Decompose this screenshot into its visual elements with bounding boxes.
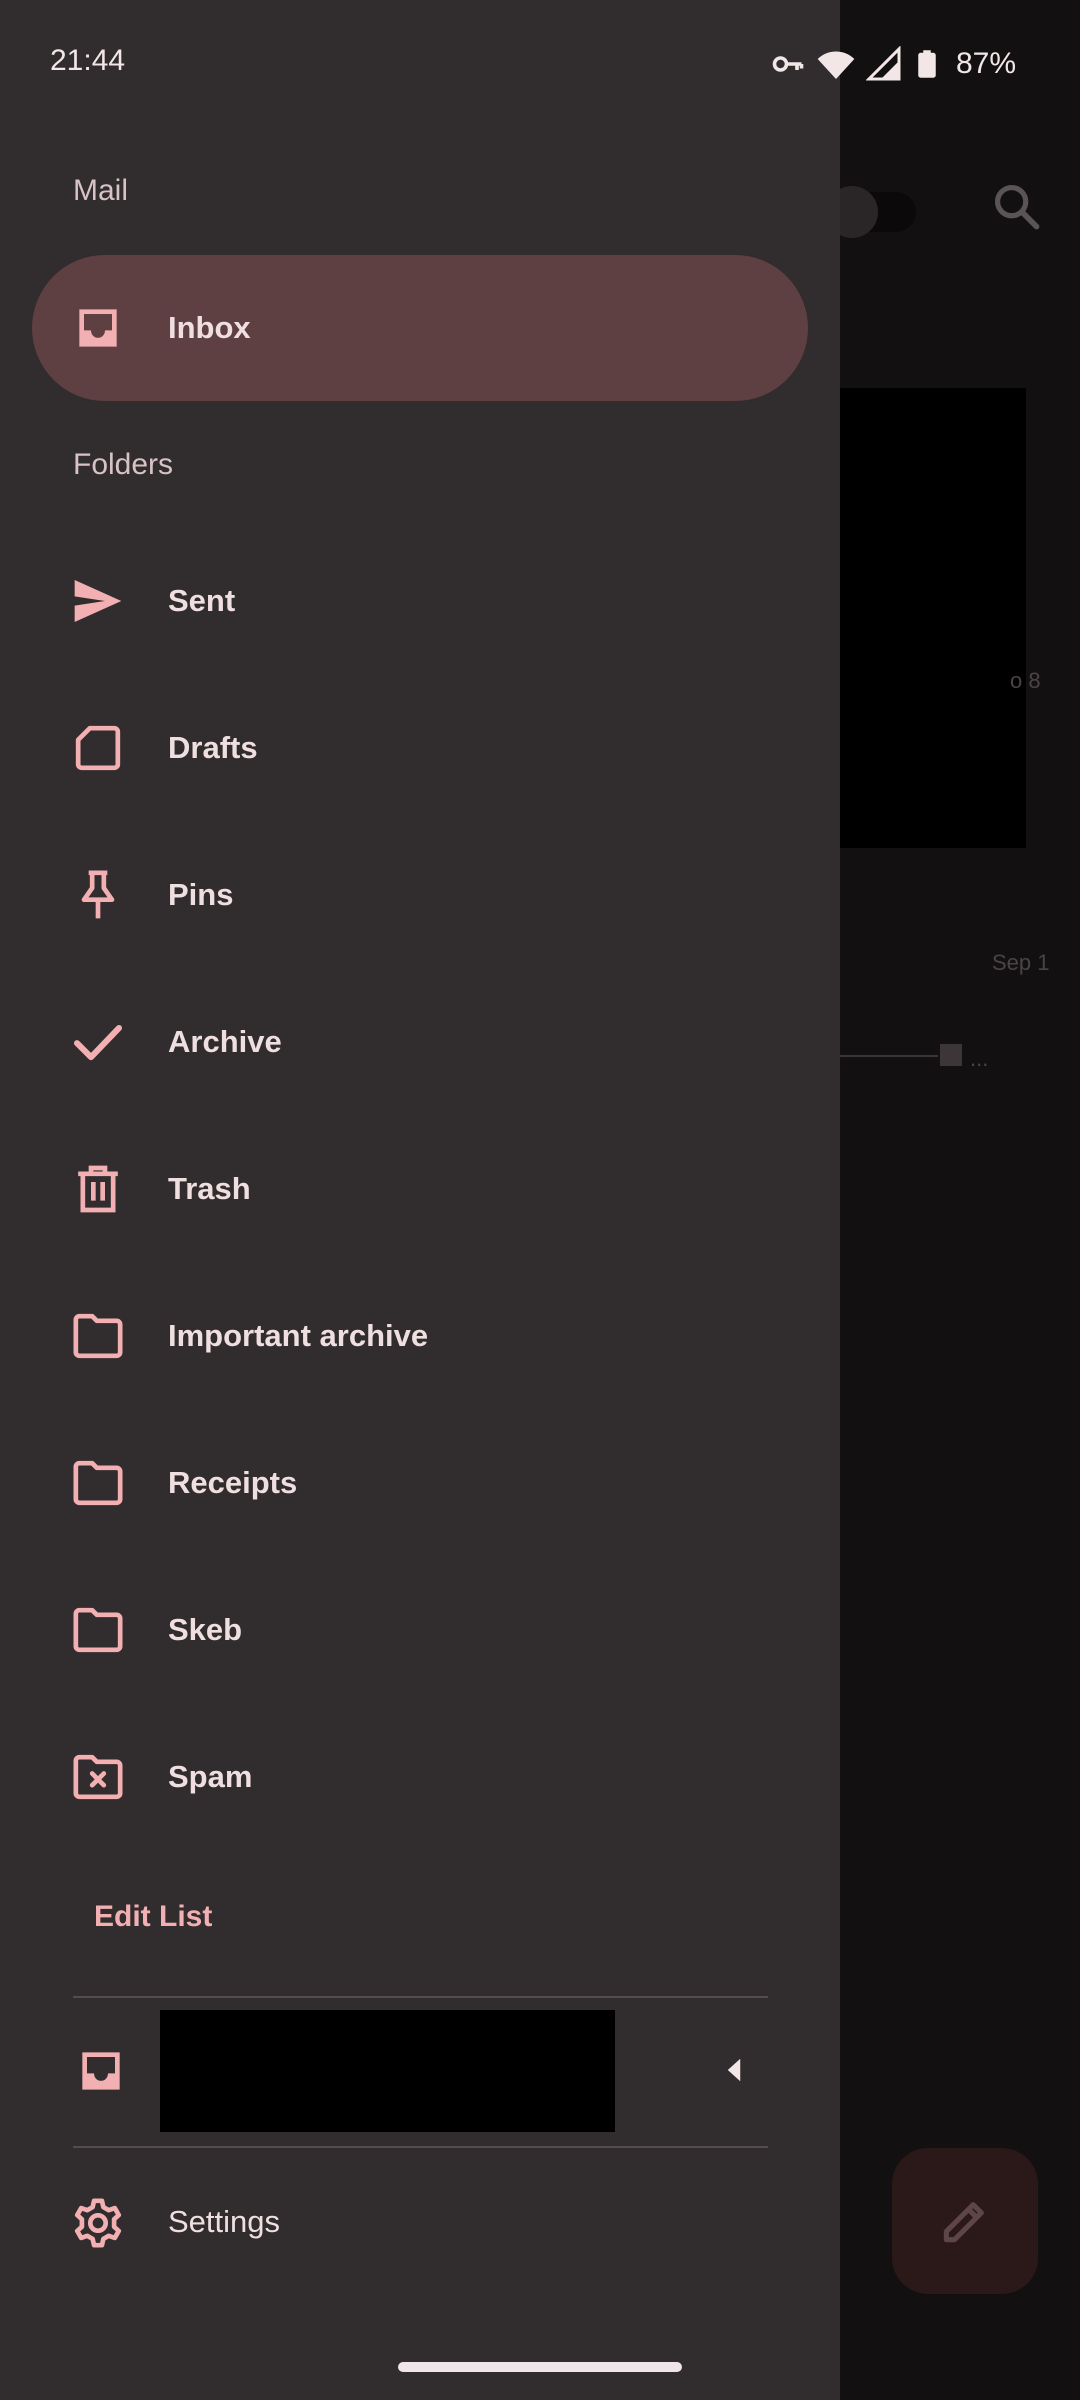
drawer-item-settings[interactable] [32,2150,808,2296]
pencil-icon [943,2202,984,2243]
navigation-drawer: 21:44 87% Mail Inbox Folders Sent Drafts… [0,0,1016,2400]
caret-left-icon[interactable] [719,2055,749,2085]
battery-percentage: 87% [956,47,1017,80]
drawer-item-label: Skeb [168,1612,243,1647]
vpn-key-icon [772,56,804,72]
background-marker [940,1044,962,1066]
drawer-item-label: Sent [168,583,236,618]
settings-label: Settings [168,2204,281,2239]
draft-icon [70,720,126,776]
background-date: o 8 [1010,668,1041,693]
signal-icon [866,46,901,81]
inbox-icon [70,300,126,356]
drawer-item-label: Inbox [168,310,251,345]
edit-list-button[interactable]: Edit List [94,1900,212,1934]
drawer-item-drafts[interactable]: Drafts [32,675,808,821]
drawer-item-pins[interactable]: Pins [32,822,808,968]
drawer-item-label: Drafts [168,730,258,765]
drawer-item-label: Archive [168,1024,282,1059]
drawer-item-label: Spam [168,1759,253,1794]
check-icon [70,1014,126,1070]
background-ellipsis: ... [970,1046,989,1071]
drawer-item-skeb[interactable]: Skeb [32,1557,808,1703]
gesture-navigation-bar[interactable] [398,2362,682,2372]
drawer-item-sent[interactable]: Sent [32,528,808,674]
drawer-item-label: Pins [168,877,234,912]
drawer-item-important-archive[interactable]: Important archive [32,1263,808,1409]
redacted-content [836,388,1026,848]
battery-icon [918,50,936,78]
folder-icon [70,1602,126,1658]
drawer-item-inbox[interactable]: Inbox [32,255,808,401]
folder-icon [70,1308,126,1364]
divider [73,2146,768,2148]
drawer-item-archive[interactable]: Archive [32,969,808,1115]
status-icons: 87% [770,42,1016,86]
background-date: Sep 1 [992,950,1050,975]
mail-section-label: Mail [73,174,129,207]
inbox-icon [82,2052,120,2090]
trash-icon [70,1161,126,1217]
drawer-item-label: Trash [168,1171,251,1206]
drawer-item-label: Receipts [168,1465,298,1500]
drawer-item-trash[interactable]: Trash [32,1116,808,1262]
compose-fab[interactable] [892,2148,1038,2294]
send-icon [70,573,126,629]
background-divider [838,1055,938,1057]
folders-section-label: Folders [73,448,174,481]
search-icon [994,184,1040,230]
redacted-account-name [160,2010,615,2132]
folder-icon [70,1455,126,1511]
drawer-item-receipts[interactable]: Receipts [32,1410,808,1556]
spam-folder-icon [70,1749,126,1805]
settings-gear-icon [70,2195,126,2251]
wifi-icon [817,51,855,79]
status-time: 21:44 [50,44,126,77]
drawer-item-label: Important archive [168,1318,429,1353]
pin-icon [70,867,126,923]
divider [73,1996,768,1998]
drawer-item-spam[interactable]: Spam [32,1704,808,1850]
